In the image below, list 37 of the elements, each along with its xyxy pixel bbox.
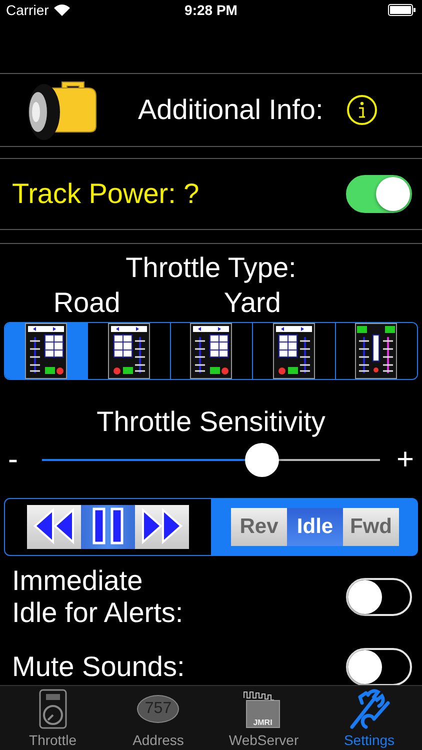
- slider-thumb[interactable]: [244, 443, 279, 477]
- throttle-layout-icon: [108, 323, 150, 379]
- throttle-type-option[interactable]: [334, 323, 417, 379]
- option-label: Immediate Idle for Alerts:: [12, 564, 184, 630]
- group-label: Road: [53, 287, 120, 318]
- direction-button[interactable]: [81, 505, 135, 549]
- plus-label: +: [395, 443, 414, 477]
- direction-button[interactable]: [27, 505, 81, 549]
- wrench-icon: [348, 689, 390, 729]
- throttle-layout-icon: [25, 323, 68, 379]
- battery-icon: [388, 4, 416, 16]
- direction-segment[interactable]: Rev: [231, 508, 287, 546]
- fast-forward-icon: [139, 506, 185, 546]
- throttle-type-title: Throttle Type:: [124, 252, 298, 284]
- info-icon[interactable]: [347, 95, 378, 125]
- track-power-label: Track Power: ?: [12, 178, 200, 210]
- clock: 9:28 PM: [184, 2, 238, 18]
- info-label: Additional Info:: [138, 94, 324, 126]
- wifi-icon: [54, 4, 70, 16]
- group-label: Yard: [224, 287, 281, 318]
- throttle-layout-icon: [272, 323, 315, 379]
- throttle-icon: [38, 689, 67, 729]
- minus-label: -: [8, 443, 19, 477]
- tab[interactable]: JMRI WebServer: [211, 686, 316, 750]
- direction-segment[interactable]: Idle: [287, 508, 343, 546]
- throttle-type-option[interactable]: [5, 323, 88, 379]
- tab[interactable]: Throttle: [0, 686, 106, 750]
- tab[interactable]: Settings: [316, 686, 422, 750]
- option-label: Mute Sounds:: [12, 650, 185, 684]
- throttle-layout-icon: [190, 323, 232, 379]
- throttle-layout-icon: [355, 323, 398, 379]
- direction-button[interactable]: [135, 505, 189, 549]
- rewind-icon: [31, 506, 77, 546]
- carrier-label: Carrier: [6, 2, 49, 18]
- sensitivity-title: Throttle Sensitivity: [96, 406, 326, 438]
- toggle-switch[interactable]: [346, 175, 412, 213]
- direction-segment[interactable]: Fwd: [343, 508, 399, 546]
